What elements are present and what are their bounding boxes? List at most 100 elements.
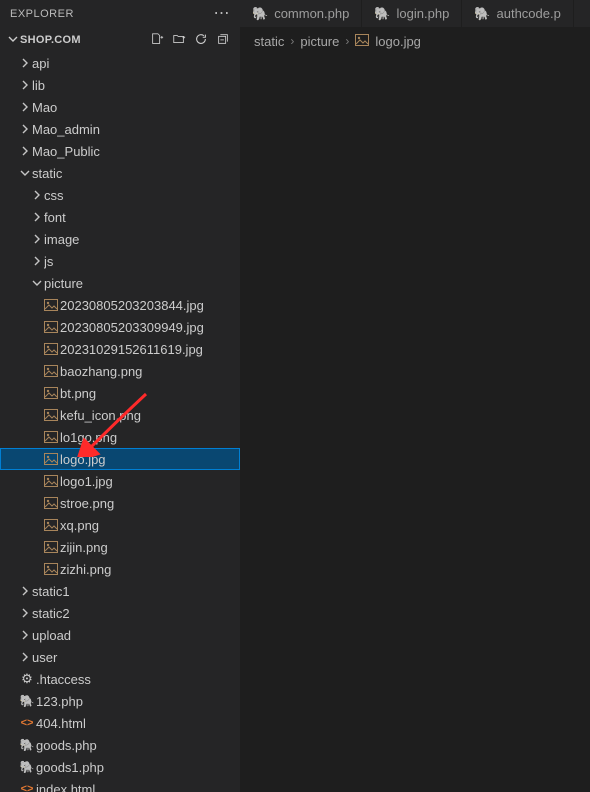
tree-folder[interactable]: static [0, 162, 240, 184]
img-file-icon [42, 365, 60, 377]
tree-folder[interactable]: image [0, 228, 240, 250]
tree-folder[interactable]: Mao [0, 96, 240, 118]
tree-item-label: font [44, 210, 240, 225]
chevron-right-icon [18, 80, 32, 90]
tree-item-label: 20231029152611619.jpg [60, 342, 240, 357]
tree-file[interactable]: stroe.png [0, 492, 240, 514]
html-file-icon: <> [18, 783, 36, 792]
img-file-icon [42, 563, 60, 575]
tree-file[interactable]: lo1go.png [0, 426, 240, 448]
php-file-icon: 🐘 [18, 760, 36, 774]
tree-item-label: 404.html [36, 716, 240, 731]
workspace-header[interactable]: SHOP.COM [0, 28, 240, 52]
tree-folder[interactable]: lib [0, 74, 240, 96]
explorer-header: EXPLORER ⋯ [0, 0, 240, 28]
tree-item-label: goods1.php [36, 760, 240, 775]
chevron-right-icon [30, 212, 44, 222]
php-file-icon: 🐘 [252, 6, 268, 22]
tree-file[interactable]: 🐘goods.php [0, 734, 240, 756]
editor-tabs: 🐘common.php🐘login.php🐘authcode.p [240, 0, 590, 28]
tree-item-label: xq.png [60, 518, 240, 533]
tree-item-label: zijin.png [60, 540, 240, 555]
tree-item-label: static2 [32, 606, 240, 621]
new-file-icon[interactable] [150, 32, 164, 49]
tab-label: login.php [397, 6, 450, 21]
collapse-all-icon[interactable] [216, 32, 230, 49]
tree-file[interactable]: 🐘goods1.php [0, 756, 240, 778]
workspace-title: SHOP.COM [20, 34, 150, 46]
tree-item-label: lo1go.png [60, 430, 240, 445]
editor-area: 🐘common.php🐘login.php🐘authcode.p static›… [240, 0, 590, 792]
tree-item-label: 20230805203203844.jpg [60, 298, 240, 313]
tree-file[interactable]: <>index.html [0, 778, 240, 792]
img-file-icon [42, 519, 60, 531]
php-file-icon: 🐘 [374, 6, 390, 22]
tree-item-label: bt.png [60, 386, 240, 401]
tree-file[interactable]: <>404.html [0, 712, 240, 734]
php-file-icon: 🐘 [18, 738, 36, 752]
img-file-icon [42, 541, 60, 553]
tree-file[interactable]: kefu_icon.png [0, 404, 240, 426]
tree-item-label: index.html [36, 782, 240, 792]
file-tree[interactable]: api lib MaoMao_adminMao_Publicstaticcss fon… [0, 52, 240, 792]
tree-item-label: stroe.png [60, 496, 240, 511]
img-file-icon [42, 409, 60, 421]
gear-file-icon: ⚙ [18, 671, 36, 687]
tree-item-label: lib [32, 78, 240, 93]
more-icon[interactable]: ⋯ [214, 6, 231, 22]
tree-folder[interactable]: js [0, 250, 240, 272]
tree-item-label: js [44, 254, 240, 269]
tree-file[interactable]: zizhi.png [0, 558, 240, 580]
tree-item-label: user [32, 650, 240, 665]
breadcrumb-segment[interactable]: static [254, 34, 284, 49]
tree-file[interactable]: ⚙.htaccess [0, 668, 240, 690]
chevron-right-icon [30, 256, 44, 266]
chevron-right-icon [30, 190, 44, 200]
breadcrumb-segment[interactable]: logo.jpg [375, 34, 421, 49]
chevron-right-icon [18, 58, 32, 68]
tree-item-label: api [32, 56, 240, 71]
tree-folder[interactable]: upload [0, 624, 240, 646]
tab-label: authcode.p [497, 6, 561, 21]
chevron-down-icon [30, 278, 44, 288]
img-file-icon [42, 387, 60, 399]
chevron-right-icon [18, 652, 32, 662]
chevron-right-icon [18, 124, 32, 134]
chevron-down-icon [18, 168, 32, 178]
tree-item-label: picture [44, 276, 240, 291]
tree-file[interactable]: zijin.png [0, 536, 240, 558]
tree-file[interactable]: bt.png [0, 382, 240, 404]
editor-tab[interactable]: 🐘 authcode.p [462, 0, 574, 27]
tree-file[interactable]: 🐘123.php [0, 690, 240, 712]
tree-item-label: baozhang.png [60, 364, 240, 379]
tree-folder[interactable]: Mao_Public [0, 140, 240, 162]
editor-tab[interactable]: 🐘 login.php [362, 0, 462, 27]
tree-file[interactable]: logo1.jpg [0, 470, 240, 492]
tree-folder[interactable]: picture [0, 272, 240, 294]
tree-folder[interactable]: Mao_admin [0, 118, 240, 140]
tree-folder[interactable]: user [0, 646, 240, 668]
tree-file[interactable]: xq.png [0, 514, 240, 536]
refresh-icon[interactable] [194, 32, 208, 49]
tree-folder[interactable]: api [0, 52, 240, 74]
tree-item-label: logo1.jpg [60, 474, 240, 489]
tree-folder[interactable]: static1 [0, 580, 240, 602]
tree-folder[interactable]: static2 [0, 602, 240, 624]
editor-tab[interactable]: 🐘common.php [240, 0, 362, 27]
editor-content [240, 54, 590, 792]
chevron-right-icon [18, 146, 32, 156]
php-file-icon: 🐘 [474, 6, 490, 22]
tree-file[interactable]: 20230805203309949.jpg [0, 316, 240, 338]
tree-folder[interactable]: font [0, 206, 240, 228]
tree-item-label: image [44, 232, 240, 247]
breadcrumb-segment[interactable]: picture [300, 34, 339, 49]
tree-file[interactable]: 20230805203203844.jpg [0, 294, 240, 316]
tree-item-label: logo.jpg [60, 452, 240, 467]
tree-file[interactable]: 20231029152611619.jpg [0, 338, 240, 360]
tree-file[interactable]: baozhang.png [0, 360, 240, 382]
new-folder-icon[interactable] [172, 32, 186, 49]
tree-file[interactable]: logo.jpg [0, 448, 240, 470]
explorer-title: EXPLORER [10, 8, 74, 20]
tree-folder[interactable]: css [0, 184, 240, 206]
img-file-icon [42, 321, 60, 333]
